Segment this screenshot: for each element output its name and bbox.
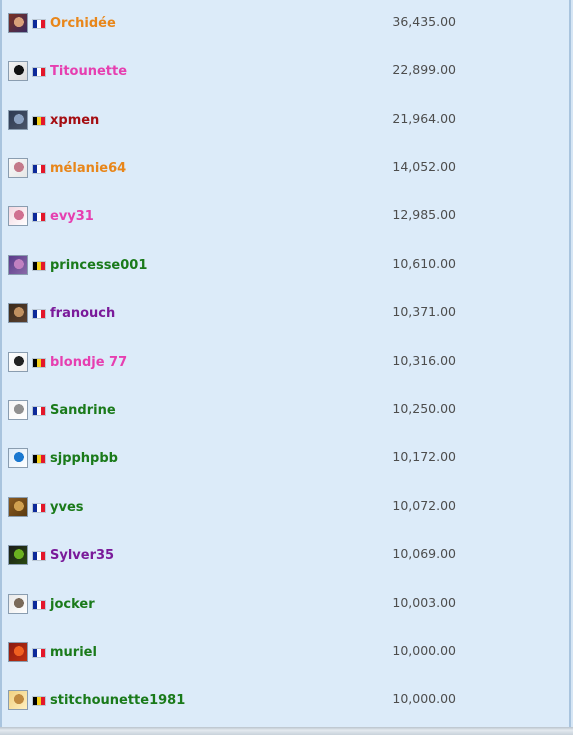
points-value: 10,000.00 [392,643,456,658]
username-link[interactable]: muriel [50,645,97,660]
france-flag-icon [33,310,45,318]
belgium-flag-icon [33,117,45,125]
avatar-anime-girl-icon[interactable] [8,13,28,33]
avatar-black-cat-icon[interactable] [8,61,28,81]
avatar-princess-icon[interactable] [8,255,28,275]
avatar-alien-icon[interactable] [8,545,28,565]
france-flag-icon [33,68,45,76]
france-flag-icon [33,213,45,221]
belgium-flag-icon [33,455,45,463]
france-flag-icon [33,552,45,560]
username-link[interactable]: jocker [50,597,95,612]
points-value: 10,000.00 [392,691,456,706]
leaderboard-row: blondje 77 10,316.00 [2,351,571,375]
username-link[interactable]: stitchounette1981 [50,693,185,708]
username-link[interactable]: sjpphpbb [50,451,118,466]
leaderboard-row: jocker 10,003.00 [2,593,571,617]
avatar-blonde-icon[interactable] [8,690,28,710]
username-link[interactable]: evy31 [50,209,94,224]
points-value: 22,899.00 [392,62,456,77]
france-flag-icon [33,165,45,173]
points-value: 10,172.00 [392,449,456,464]
username-link[interactable]: blondje 77 [50,355,127,370]
avatar-landscape-icon[interactable] [8,110,28,130]
france-flag-icon [33,20,45,28]
points-value: 10,003.00 [392,595,456,610]
leaderboard-row: yves 10,072.00 [2,496,571,520]
username-link[interactable]: Sylver35 [50,548,114,563]
leaderboard-row: muriel 10,000.00 [2,641,571,665]
avatar-lion-icon[interactable] [8,497,28,517]
leaderboard-row: franouch 10,371.00 [2,302,571,326]
points-value: 10,250.00 [392,401,456,416]
avatar-portrait-icon[interactable] [8,303,28,323]
username-link[interactable]: yves [50,500,84,515]
avatar-pink-icon[interactable] [8,206,28,226]
points-value: 10,069.00 [392,546,456,561]
leaderboard-panel: Orchidée 36,435.00 Titounette 22,899.00 xpme… [0,0,571,727]
avatar-smiley-icon[interactable] [8,448,28,468]
username-link[interactable]: mélanie64 [50,161,126,176]
username-link[interactable]: princesse001 [50,258,147,273]
username-link[interactable]: Orchidée [50,16,116,31]
leaderboard-row: mélanie64 14,052.00 [2,157,571,181]
france-flag-icon [33,504,45,512]
france-flag-icon [33,601,45,609]
france-flag-icon [33,649,45,657]
belgium-flag-icon [33,697,45,705]
username-link[interactable]: Titounette [50,64,127,79]
points-value: 10,371.00 [392,304,456,319]
points-value: 36,435.00 [392,14,456,29]
leaderboard-row: princesse001 10,610.00 [2,254,571,278]
leaderboard-row: Sylver35 10,069.00 [2,544,571,568]
france-flag-icon [33,407,45,415]
points-value: 10,316.00 [392,353,456,368]
leaderboard-row: xpmen 21,964.00 [2,109,571,133]
leaderboard-row: Sandrine 10,250.00 [2,399,571,423]
username-link[interactable]: Sandrine [50,403,116,418]
leaderboard-row: evy31 12,985.00 [2,205,571,229]
points-value: 10,072.00 [392,498,456,513]
avatar-cow-icon[interactable] [8,352,28,372]
username-link[interactable]: xpmen [50,113,99,128]
leaderboard-row: sjpphpbb 10,172.00 [2,447,571,471]
points-value: 10,610.00 [392,256,456,271]
username-link[interactable]: franouch [50,306,115,321]
avatar-fire-icon[interactable] [8,642,28,662]
avatar-joker-icon[interactable] [8,594,28,614]
leaderboard-row: stitchounette1981 10,000.00 [2,689,571,713]
points-value: 12,985.00 [392,207,456,222]
belgium-flag-icon [33,262,45,270]
avatar-sketch-icon[interactable] [8,400,28,420]
points-value: 21,964.00 [392,111,456,126]
leaderboard-row: Titounette 22,899.00 [2,60,571,84]
avatar-cartoon-icon[interactable] [8,158,28,178]
belgium-flag-icon [33,359,45,367]
leaderboard-row: Orchidée 36,435.00 [2,12,571,36]
scroll-bottom-edge [0,727,573,735]
points-value: 14,052.00 [392,159,456,174]
